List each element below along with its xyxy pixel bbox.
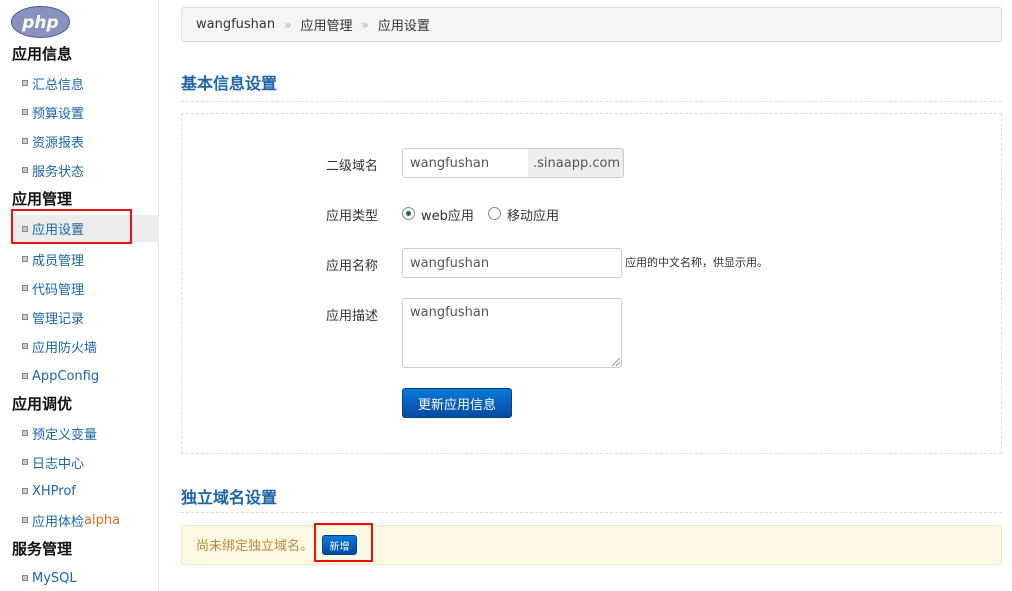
basic-info-title: 基本信息设置	[181, 74, 278, 93]
nav-item-app-checkup[interactable]: 应用体检 alpha	[22, 510, 120, 530]
highlight-box-add-domain	[314, 523, 373, 562]
bullet-icon	[22, 314, 28, 320]
nav-item-summary[interactable]: 汇总信息	[22, 73, 84, 93]
nav-group-app-tuning: 应用调优	[12, 395, 73, 413]
nav-item-predefined-vars[interactable]: 预定义变量	[22, 423, 97, 443]
nav-group-app-manage: 应用管理	[12, 190, 73, 208]
bullet-icon	[22, 285, 28, 291]
app-name-input[interactable]: wangfushan	[402, 248, 622, 278]
bullet-icon	[22, 343, 28, 349]
highlight-box-app-settings	[11, 209, 132, 244]
breadcrumb-app[interactable]: wangfushan	[196, 17, 275, 32]
custom-domain-empty-text: 尚未绑定独立域名。	[196, 539, 314, 554]
nav-item-xhprof[interactable]: XHProf	[22, 481, 76, 501]
subdomain-input[interactable]: wangfushan	[402, 148, 529, 178]
nav-group-service-manage: 服务管理	[12, 540, 73, 558]
bullet-icon	[22, 167, 28, 173]
sidebar: php 应用信息 汇总信息 预算设置 资源报表 服务状态 应用管理 应用设置 成…	[0, 0, 159, 591]
nav-item-mysql[interactable]: MySQL	[22, 568, 77, 588]
nav-item-firewall[interactable]: 应用防火墙	[22, 336, 97, 356]
app-type-mobile-radio[interactable]	[488, 207, 501, 220]
php-logo-icon[interactable]: php	[11, 6, 70, 38]
breadcrumb-separator: »	[361, 17, 369, 32]
bullet-icon	[22, 373, 28, 379]
subdomain-label: 二级域名	[326, 159, 379, 174]
app-desc-textarea[interactable]: wangfushan	[402, 298, 622, 368]
resize-grip-icon[interactable]	[612, 358, 620, 366]
app-name-label: 应用名称	[326, 259, 379, 274]
bullet-icon	[22, 256, 28, 262]
breadcrumb: wangfushan » 应用管理 » 应用设置	[181, 7, 1002, 42]
nav-item-budget[interactable]: 预算设置	[22, 102, 84, 122]
breadcrumb-app-manage[interactable]: 应用管理	[300, 15, 352, 34]
nav-item-log-center[interactable]: 日志中心	[22, 452, 84, 472]
app-desc-label: 应用描述	[326, 309, 379, 324]
bullet-icon	[22, 488, 28, 494]
breadcrumb-app-settings: 应用设置	[377, 19, 430, 34]
app-type-label: 应用类型	[326, 209, 379, 224]
bullet-icon	[22, 517, 28, 523]
bullet-icon	[22, 80, 28, 86]
alpha-badge: alpha	[84, 512, 121, 528]
nav-item-resource-report[interactable]: 资源报表	[22, 131, 84, 151]
nav-item-appconfig[interactable]: AppConfig	[22, 366, 99, 386]
section-divider	[181, 101, 1002, 102]
nav-item-members[interactable]: 成员管理	[22, 249, 84, 269]
section-divider	[181, 512, 1002, 513]
bullet-icon	[22, 575, 28, 581]
app-type-web-label[interactable]: web应用	[421, 205, 474, 224]
update-app-button[interactable]: 更新应用信息	[402, 388, 512, 418]
app-name-hint: 应用的中文名称，供显示用。	[625, 256, 768, 269]
custom-domain-title: 独立域名设置	[181, 488, 278, 507]
nav-item-code[interactable]: 代码管理	[22, 278, 84, 298]
app-desc-value: wangfushan	[410, 305, 490, 320]
bullet-icon	[22, 459, 28, 465]
bullet-icon	[22, 138, 28, 144]
bullet-icon	[22, 109, 28, 115]
breadcrumb-separator: »	[284, 17, 292, 32]
bullet-icon	[22, 430, 28, 436]
nav-item-manage-log[interactable]: 管理记录	[22, 307, 84, 327]
svg-text:php: php	[21, 13, 58, 33]
subdomain-suffix: .sinaapp.com	[528, 148, 624, 178]
app-type-mobile-label[interactable]: 移动应用	[507, 205, 559, 224]
app-type-web-radio[interactable]	[402, 207, 415, 220]
nav-item-service-status[interactable]: 服务状态	[22, 160, 84, 180]
nav-group-app-info: 应用信息	[12, 45, 73, 63]
